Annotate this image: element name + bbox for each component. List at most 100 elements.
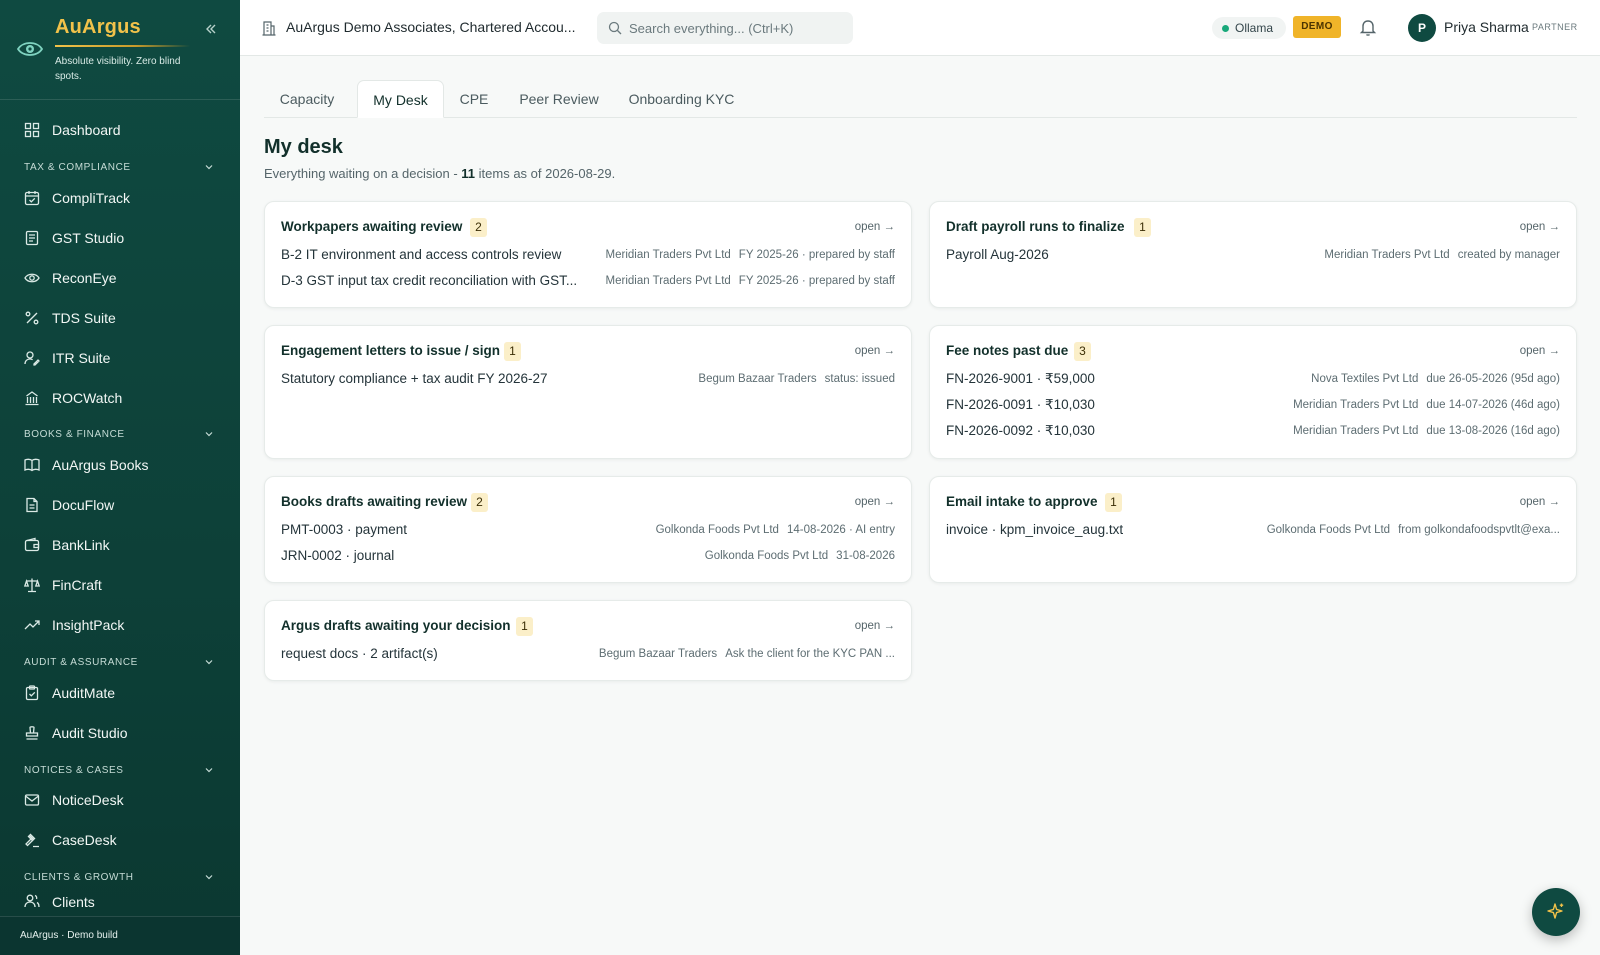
sidebar-item-audit-studio[interactable]: Audit Studio [0,715,240,751]
search-box[interactable]: Search everything... (Ctrl+K) [597,12,853,44]
sidebar-item-label: CaseDesk [52,832,117,848]
sidebar-item-insightpack[interactable]: InsightPack [0,607,240,643]
model-status-pill[interactable]: Ollama [1212,17,1286,39]
book-open-icon [23,456,41,474]
tab-capacity[interactable]: Capacity [264,80,350,118]
list-item[interactable]: FN-2026-0091 · ₹10,030 Meridian Traders … [946,397,1560,417]
item-client: Meridian Traders Pvt Ltd [1293,425,1419,437]
item-meta: Golkonda Foods Pvt Ltd from golkondafoods… [1267,524,1560,536]
assistant-fab-button[interactable] [1532,888,1580,936]
open-link[interactable]: open → [855,496,895,508]
avatar[interactable]: P [1408,14,1436,42]
section-label: BOOKS & FINANCE [24,428,125,440]
sidebar-item-casedesk[interactable]: CaseDesk [0,822,240,858]
open-link[interactable]: open → [1520,221,1560,233]
sidebar-item-label: DocuFlow [52,497,115,513]
list-item[interactable]: FN-2026-9001 · ₹59,000 Nova Textiles Pvt… [946,371,1560,391]
wallet-icon [23,536,41,554]
section-books-finance[interactable]: BOOKS & FINANCE [24,426,214,442]
open-link[interactable]: open → [855,620,895,632]
sidebar-item-auditmate[interactable]: AuditMate [0,675,240,711]
sidebar: AuArgus Absolute visibility. Zero blind … [0,0,240,955]
sidebar-item-banklink[interactable]: BankLink [0,527,240,563]
top-header: AuArgus Demo Associates, Chartered Accou… [240,0,1600,56]
brand-rule [55,45,190,47]
open-link[interactable]: open → [1520,496,1560,508]
sidebar-item-rocwatch[interactable]: ROCWatch [0,380,240,416]
section-audit-assurance[interactable]: AUDIT & ASSURANCE [24,654,214,670]
scale-icon [23,576,41,594]
count-badge: 1 [1105,493,1122,512]
list-item[interactable]: B-2 IT environment and access controls r… [281,247,895,267]
open-link[interactable]: open → [855,221,895,233]
sidebar-item-dashboard[interactable]: Dashboard [0,112,240,148]
count-badge: 1 [1134,218,1151,237]
sidebar-item-clients[interactable]: Clients [0,890,240,916]
count-badge: 1 [504,342,521,361]
item-client: Golkonda Foods Pvt Ltd [1266,524,1391,536]
open-link[interactable]: open → [855,345,895,357]
count-badge: 2 [471,493,488,512]
sidebar-item-tds-suite[interactable]: TDS Suite [0,300,240,336]
item-meta: Golkonda Foods Pvt Ltd 31-08-2026 [705,550,895,562]
list-item[interactable]: invoice · kpm_invoice_aug.txt Golkonda F… [946,522,1560,542]
section-label: AUDIT & ASSURANCE [24,656,138,668]
sidebar-item-label: GST Studio [52,230,125,246]
card-workpapers: Workpapers awaiting review 2 open → B-2 … [264,201,912,308]
item-meta: Nova Textiles Pvt Ltd due 26-05-2026 (95d… [1311,373,1560,385]
sidebar-item-label: Audit Studio [52,725,128,741]
item-meta: Meridian Traders Pvt Ltd due 13-08-2026 (… [1293,425,1560,437]
list-item[interactable]: Statutory compliance + tax audit FY 2026… [281,371,895,391]
chevron-down-icon [205,432,213,437]
eye-logo-icon [17,42,43,56]
section-tax-compliance[interactable]: TAX & COMPLIANCE [24,159,214,175]
list-item[interactable]: JRN-0002 · journal Golkonda Foods Pvt Lt… [281,548,895,568]
bell-icon[interactable] [1358,17,1378,37]
card-argus-drafts: Argus drafts awaiting your decision 1 op… [264,600,912,681]
item-meta: Golkonda Foods Pvt Ltd 14-08-2026 · AI en… [656,524,895,536]
item-detail: 31-08-2026 [836,550,895,562]
tab-peer-review[interactable]: Peer Review [509,80,609,118]
item-meta: Meridian Traders Pvt Ltd created by manag… [1324,249,1560,261]
tab-onboarding-kyc[interactable]: Onboarding KYC [619,80,744,118]
collapse-sidebar-icon[interactable] [203,21,219,37]
section-notices-cases[interactable]: NOTICES & CASES [24,762,214,778]
item-detail: due 13-08-2026 (16d ago) [1426,425,1560,437]
sidebar-item-noticedesk[interactable]: NoticeDesk [0,782,240,818]
item-detail: Ask the client for the KYC PAN ... [725,648,895,660]
item-client: Golkonda Foods Pvt Ltd [704,550,829,562]
sidebar-item-auargus-books[interactable]: AuArgus Books [0,447,240,483]
sidebar-item-label: BankLink [52,537,110,553]
card-title: Email intake to approve [946,494,1098,509]
list-item[interactable]: PMT-0003 · payment Golkonda Foods Pvt Lt… [281,522,895,542]
search-icon [608,21,622,35]
tab-cpe[interactable]: CPE [449,80,499,118]
sidebar-item-complitrack[interactable]: CompliTrack [0,180,240,216]
section-clients-growth[interactable]: CLIENTS & GROWTH [24,869,214,885]
sidebar-item-reconeye[interactable]: ReconEye [0,260,240,296]
open-link[interactable]: open → [1520,345,1560,357]
sidebar-item-gst-studio[interactable]: GST Studio [0,220,240,256]
sidebar-item-docuflow[interactable]: DocuFlow [0,487,240,523]
card-fee-notes: Fee notes past due 3 open → FN-2026-9001… [929,325,1577,459]
tab-my-desk[interactable]: My Desk [357,80,444,118]
sidebar-item-label: Clients [52,894,95,910]
sidebar-item-itr-suite[interactable]: ITR Suite [0,340,240,376]
sidebar-item-label: CompliTrack [52,190,131,206]
subtitle-suffix: items as of 2026-08-29. [475,166,616,181]
list-item[interactable]: Payroll Aug-2026 Meridian Traders Pvt Lt… [946,247,1560,267]
organization-name[interactable]: AuArgus Demo Associates, Chartered Accou… [286,19,586,35]
user-pen-icon [23,349,41,367]
file-text-icon [23,496,41,514]
item-title: FN-2026-9001 · ₹59,000 [946,371,1095,386]
user-name[interactable]: Priya Sharma [1444,19,1529,35]
list-item[interactable]: FN-2026-0092 · ₹10,030 Meridian Traders … [946,423,1560,443]
item-title: invoice · kpm_invoice_aug.txt [946,522,1124,537]
item-count: 11 [461,166,476,181]
list-item[interactable]: D-3 GST input tax credit reconciliation … [281,273,895,293]
sidebar-item-fincraft[interactable]: FinCraft [0,567,240,603]
card-email-intake: Email intake to approve 1 open → invoice… [929,476,1577,583]
list-item[interactable]: request docs · 2 artifact(s) Begum Bazaa… [281,646,895,666]
sidebar-item-label: InsightPack [52,617,125,633]
sidebar-item-label: FinCraft [52,577,102,593]
